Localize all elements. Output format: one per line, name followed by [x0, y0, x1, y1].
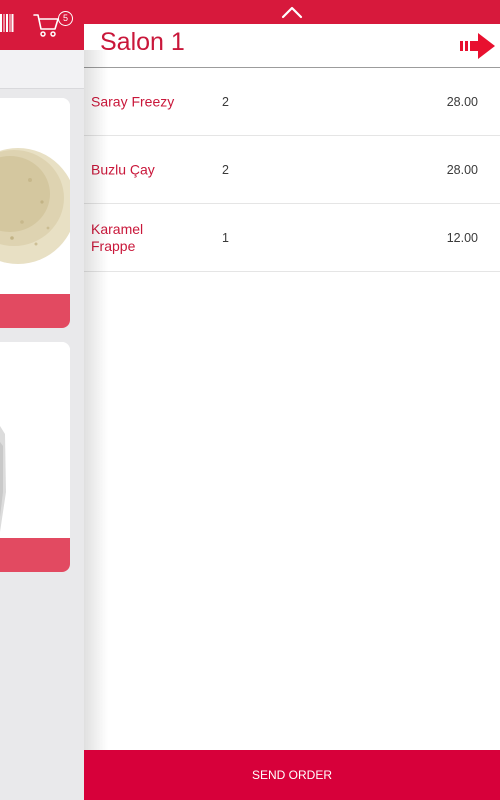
- top-bar: 5: [0, 0, 84, 50]
- product-image: [0, 342, 70, 538]
- item-quantity: 1: [222, 230, 229, 245]
- barcode-icon[interactable]: [0, 12, 14, 34]
- item-quantity: 2: [222, 94, 229, 109]
- send-order-button[interactable]: SEND ORDER: [84, 750, 500, 800]
- screen: 5 Salon 1 Saray Freezy 2 28.00 Buzlu Çay…: [0, 0, 500, 800]
- arrow-right-icon[interactable]: [460, 32, 496, 60]
- panel-collapse-handle[interactable]: [84, 0, 500, 24]
- order-item-row[interactable]: Saray Freezy 2 28.00: [84, 68, 500, 136]
- item-quantity: 2: [222, 162, 229, 177]
- table-title: Salon 1: [100, 28, 185, 56]
- item-name: Buzlu Çay: [91, 161, 155, 177]
- cart-count-badge: 5: [58, 11, 73, 26]
- order-panel: Salon 1 Saray Freezy 2 28.00 Buzlu Çay 2…: [84, 0, 500, 800]
- item-name: Saray Freezy: [91, 93, 175, 109]
- add-to-cart-bar[interactable]: [0, 294, 70, 328]
- order-items-list: Saray Freezy 2 28.00 Buzlu Çay 2 28.00 K…: [84, 68, 500, 272]
- cart-icon[interactable]: [33, 12, 61, 38]
- order-item-row[interactable]: Karamel Frappe 1 12.00: [84, 204, 500, 272]
- category-bar: [0, 50, 84, 89]
- chevron-up-icon[interactable]: [281, 5, 303, 19]
- order-header: Salon 1: [84, 24, 500, 68]
- item-price: 28.00: [446, 162, 478, 177]
- product-image: [0, 98, 70, 294]
- item-price: 12.00: [446, 230, 478, 245]
- order-item-row[interactable]: Buzlu Çay 2 28.00: [84, 136, 500, 204]
- item-price: 28.00: [446, 94, 478, 109]
- product-card[interactable]: [0, 98, 70, 328]
- item-name: Karamel Frappe: [91, 220, 144, 254]
- add-to-cart-bar[interactable]: [0, 538, 70, 572]
- product-card[interactable]: [0, 342, 70, 572]
